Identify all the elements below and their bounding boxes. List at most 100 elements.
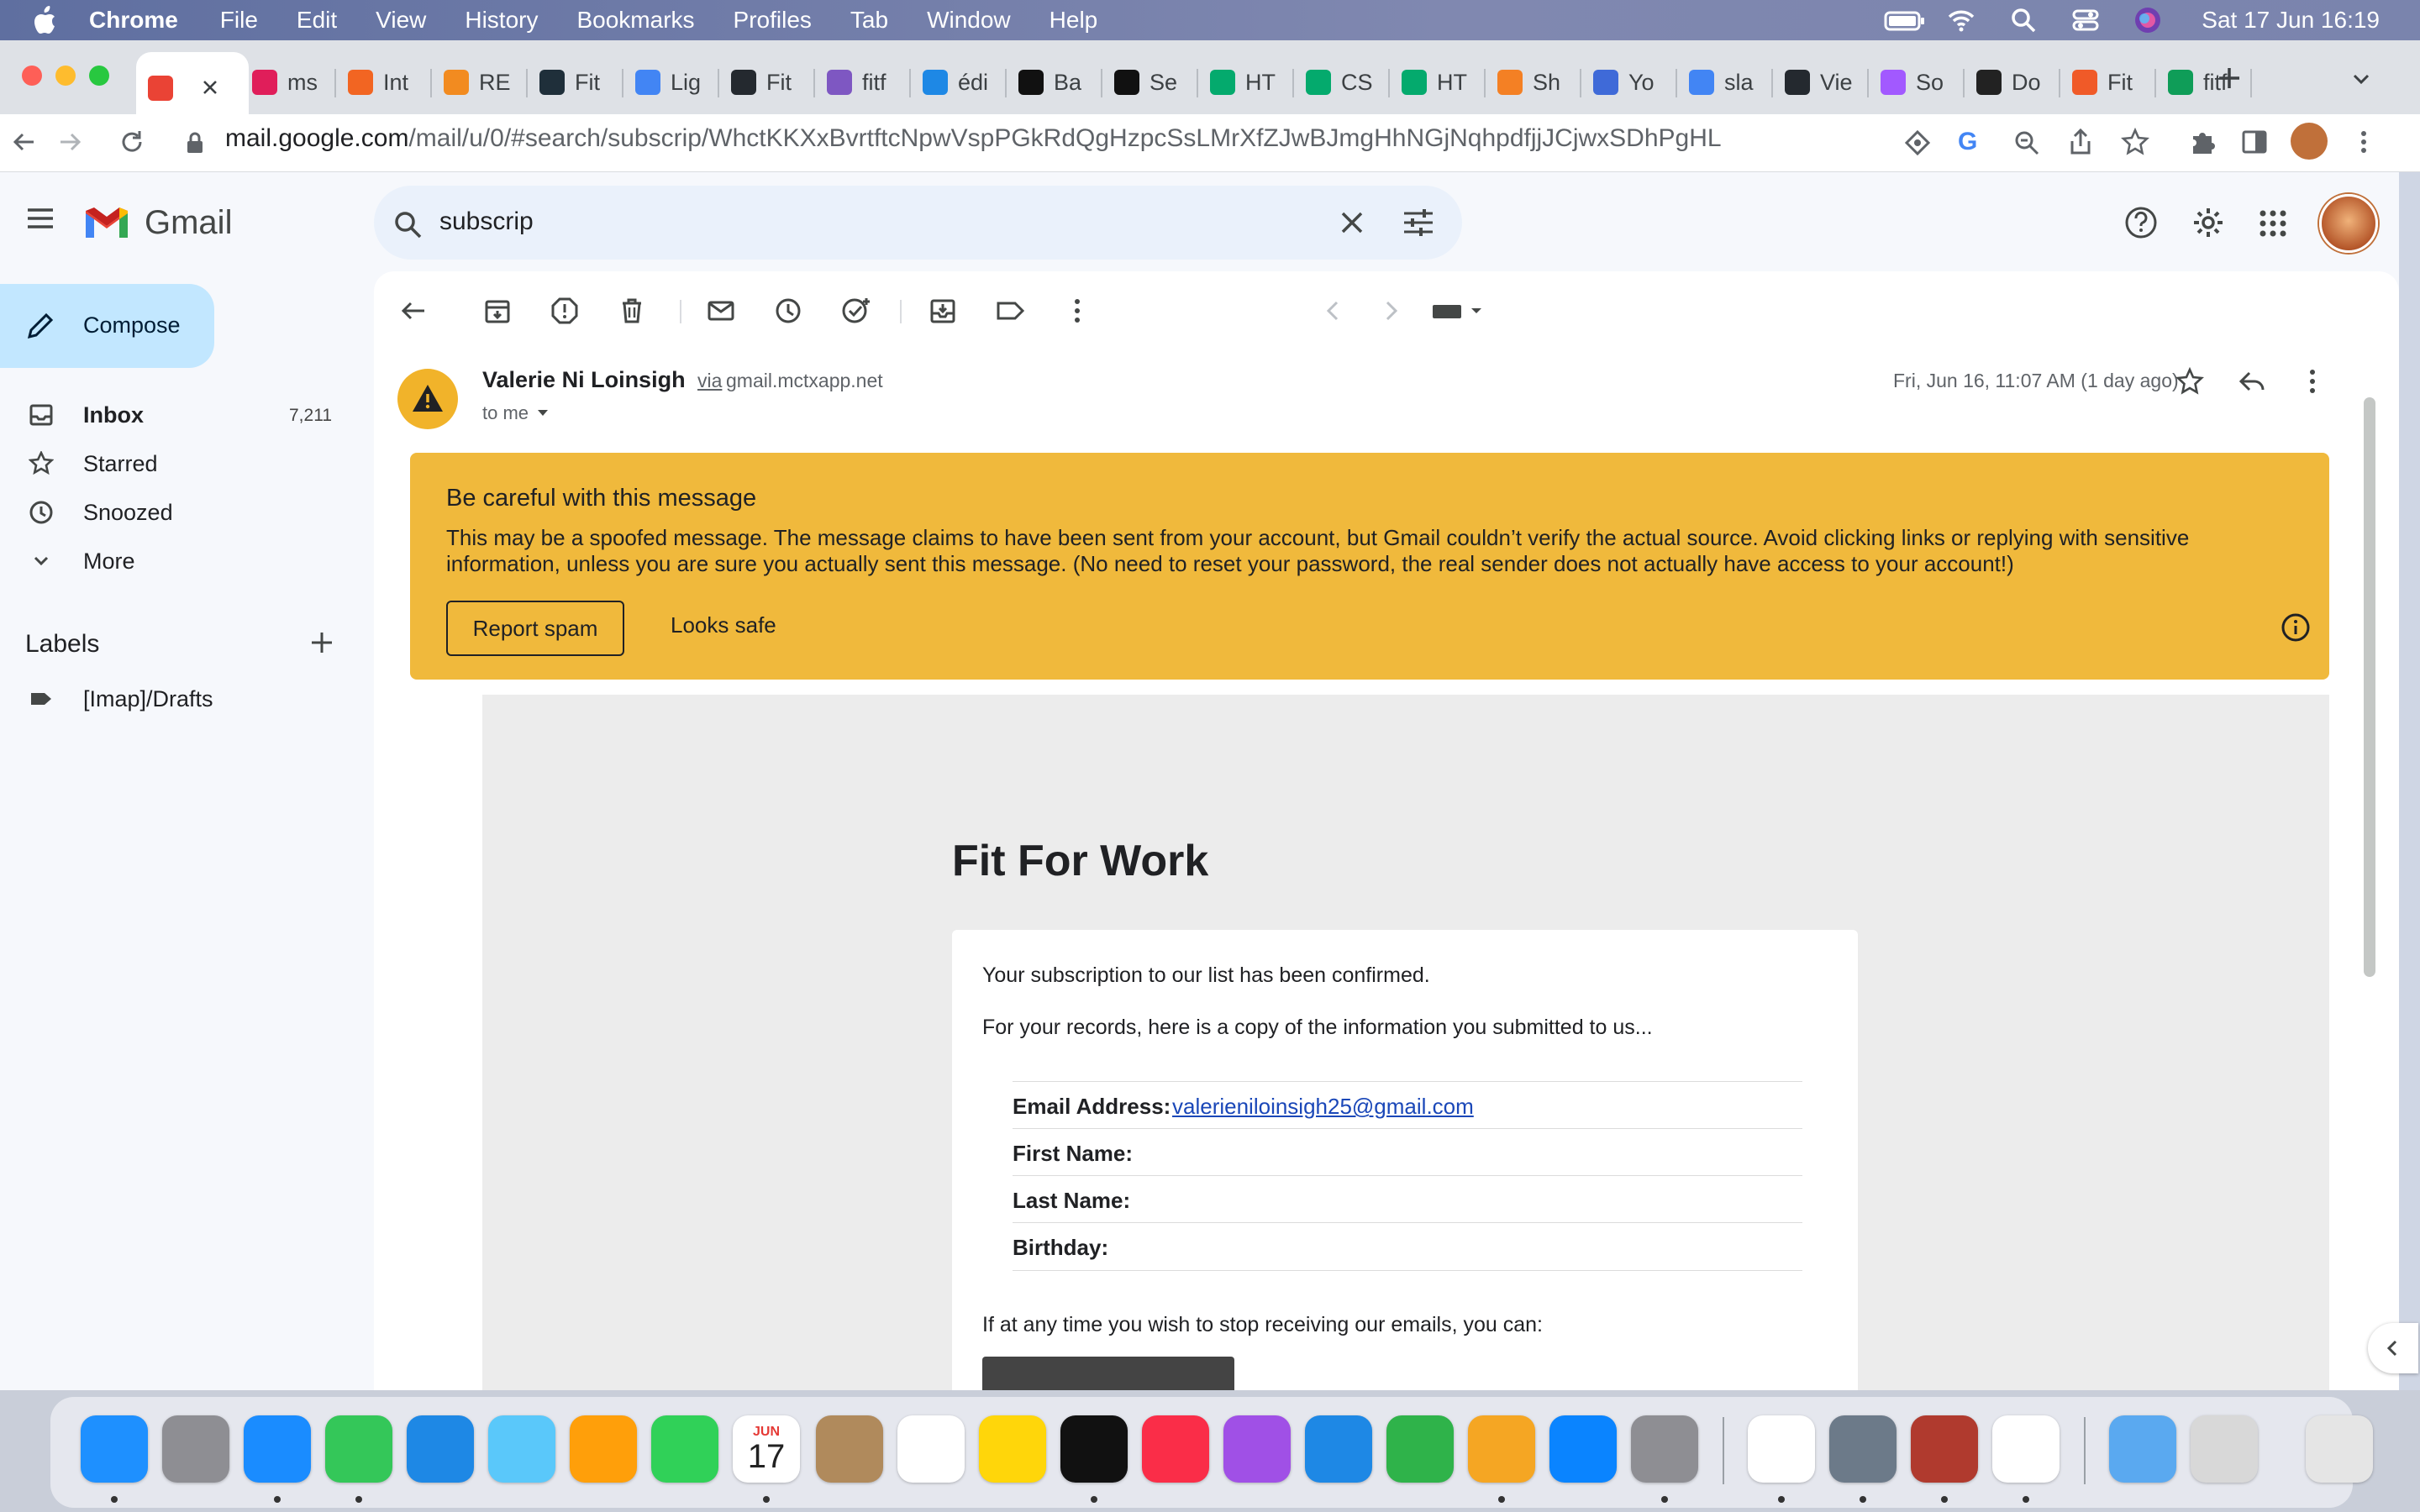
nav-item-snoozed[interactable]: Snoozed bbox=[0, 488, 353, 537]
trash-icon[interactable] bbox=[2306, 1415, 2373, 1483]
forward-arrow-icon[interactable] bbox=[55, 128, 84, 156]
window-minimize-button[interactable] bbox=[55, 66, 76, 86]
browser-tab[interactable]: sla bbox=[1677, 52, 1773, 113]
window-zoom-button[interactable] bbox=[89, 66, 109, 86]
more-actions-icon[interactable] bbox=[1063, 297, 1092, 325]
via-link[interactable]: via bbox=[697, 370, 722, 392]
chrome-menu-icon[interactable] bbox=[2349, 128, 2378, 156]
account-avatar[interactable] bbox=[2319, 194, 2378, 253]
menubar-clock[interactable]: Sat 17 Jun 16:19 bbox=[2202, 7, 2380, 34]
calendar-icon[interactable]: JUN 17 bbox=[733, 1415, 800, 1483]
browser-tab[interactable]: ms bbox=[240, 52, 336, 113]
reminders-icon[interactable] bbox=[897, 1415, 965, 1483]
menu-bookmarks[interactable]: Bookmarks bbox=[576, 7, 694, 34]
browser-tab[interactable]: Fit bbox=[2060, 52, 2156, 113]
chrome-canary-icon[interactable] bbox=[1992, 1415, 2060, 1483]
menu-view[interactable]: View bbox=[376, 7, 426, 34]
looks-safe-button[interactable]: Looks safe bbox=[671, 612, 776, 638]
side-panel-toggle[interactable] bbox=[2368, 1323, 2418, 1373]
archive-icon[interactable] bbox=[483, 297, 512, 325]
back-arrow-icon[interactable] bbox=[10, 128, 39, 156]
browser-tab[interactable]: RE bbox=[432, 52, 528, 113]
label-imap-drafts[interactable]: [Imap]/Drafts bbox=[0, 675, 353, 723]
extensions-puzzle-icon[interactable] bbox=[2188, 128, 2217, 156]
back-to-list-icon[interactable] bbox=[399, 297, 428, 325]
search-box[interactable]: subscrip bbox=[374, 186, 1462, 260]
settings-gear-icon[interactable] bbox=[2191, 206, 2225, 239]
star-message-icon[interactable] bbox=[2175, 367, 2204, 396]
report-spam-icon[interactable] bbox=[550, 297, 579, 325]
facetime-icon[interactable] bbox=[651, 1415, 718, 1483]
extension-diamond-icon[interactable] bbox=[1904, 129, 1931, 156]
browser-tab[interactable]: Ba bbox=[1007, 52, 1102, 113]
appstore-icon[interactable] bbox=[1549, 1415, 1617, 1483]
side-panel-icon[interactable] bbox=[2240, 128, 2269, 156]
clear-search-icon[interactable] bbox=[1339, 209, 1365, 236]
add-to-tasks-icon[interactable] bbox=[841, 297, 870, 325]
wifi-icon[interactable] bbox=[1946, 5, 1976, 35]
newer-chevron-icon[interactable] bbox=[1320, 297, 1349, 325]
browser-tab[interactable]: Do bbox=[1965, 52, 2060, 113]
nav-item-inbox[interactable]: Inbox 7,211 bbox=[0, 391, 353, 439]
notes-icon[interactable] bbox=[979, 1415, 1046, 1483]
browser-tab[interactable]: HT bbox=[1198, 52, 1294, 113]
browser-tab[interactable]: Fit bbox=[719, 52, 815, 113]
reply-icon[interactable] bbox=[2238, 367, 2266, 396]
sender-warning-avatar[interactable] bbox=[397, 369, 458, 429]
menu-window[interactable]: Window bbox=[927, 7, 1011, 34]
mark-unread-icon[interactable] bbox=[707, 297, 735, 325]
reload-icon[interactable] bbox=[118, 128, 146, 156]
spotlight-search-icon[interactable] bbox=[2008, 5, 2039, 35]
report-spam-button[interactable]: Report spam bbox=[446, 601, 624, 656]
snooze-clock-icon[interactable] bbox=[774, 297, 802, 325]
zoom-icon[interactable] bbox=[2013, 129, 2040, 156]
nav-item-more[interactable]: More bbox=[0, 537, 353, 585]
label-as-icon[interactable] bbox=[996, 297, 1025, 325]
lock-icon[interactable] bbox=[185, 131, 205, 155]
recent-files-icon[interactable] bbox=[2191, 1415, 2258, 1483]
browser-tab[interactable]: Int bbox=[336, 52, 432, 113]
maps-icon[interactable] bbox=[488, 1415, 555, 1483]
new-tab-icon[interactable] bbox=[2215, 64, 2244, 92]
messages-icon[interactable] bbox=[325, 1415, 392, 1483]
music-icon[interactable] bbox=[1142, 1415, 1209, 1483]
menu-history[interactable]: History bbox=[465, 7, 538, 34]
message-more-icon[interactable] bbox=[2298, 367, 2327, 396]
compose-button[interactable]: Compose bbox=[0, 284, 214, 368]
unsubscribe-button[interactable] bbox=[982, 1357, 1234, 1390]
info-icon[interactable] bbox=[2281, 612, 2311, 643]
menu-help[interactable]: Help bbox=[1050, 7, 1098, 34]
older-chevron-icon[interactable] bbox=[1379, 297, 1407, 325]
url-field[interactable]: mail.google.com/mail/u/0/#search/subscri… bbox=[225, 124, 1722, 153]
browser-tab[interactable]: Vie bbox=[1773, 52, 1869, 113]
bookmark-star-icon[interactable] bbox=[2121, 128, 2149, 156]
appletv-icon[interactable] bbox=[1060, 1415, 1128, 1483]
dictionary-icon[interactable] bbox=[1911, 1415, 1978, 1483]
preview-icon[interactable] bbox=[1829, 1415, 1897, 1483]
siri-icon[interactable] bbox=[2133, 5, 2163, 35]
menu-file[interactable]: File bbox=[220, 7, 258, 34]
recipient-details-chevron-icon[interactable] bbox=[535, 407, 550, 419]
close-tab-icon[interactable] bbox=[200, 77, 222, 99]
google-lens-icon[interactable]: G bbox=[1958, 128, 1977, 156]
apple-menu-icon[interactable] bbox=[34, 6, 60, 34]
keynote-icon[interactable] bbox=[1305, 1415, 1372, 1483]
browser-tab[interactable]: CS bbox=[1294, 52, 1390, 113]
input-tools-keyboard-icon[interactable] bbox=[1429, 297, 1488, 325]
podcasts-icon[interactable] bbox=[1223, 1415, 1291, 1483]
add-label-icon[interactable] bbox=[309, 630, 334, 655]
downloads-folder-icon[interactable] bbox=[2109, 1415, 2176, 1483]
profile-avatar[interactable] bbox=[2291, 123, 2328, 160]
launchpad-icon[interactable] bbox=[162, 1415, 229, 1483]
window-close-button[interactable] bbox=[22, 66, 42, 86]
help-icon[interactable] bbox=[2124, 206, 2158, 239]
main-menu-icon[interactable] bbox=[25, 206, 55, 231]
message-scrollbar[interactable] bbox=[2364, 397, 2375, 977]
menu-edit[interactable]: Edit bbox=[297, 7, 337, 34]
search-icon[interactable] bbox=[392, 209, 423, 239]
apps-grid-icon[interactable] bbox=[2259, 209, 2287, 238]
browser-tab[interactable]: fitf bbox=[815, 52, 911, 113]
finder-icon[interactable] bbox=[81, 1415, 148, 1483]
chrome-icon[interactable] bbox=[1748, 1415, 1815, 1483]
browser-tab[interactable]: édi bbox=[911, 52, 1007, 113]
